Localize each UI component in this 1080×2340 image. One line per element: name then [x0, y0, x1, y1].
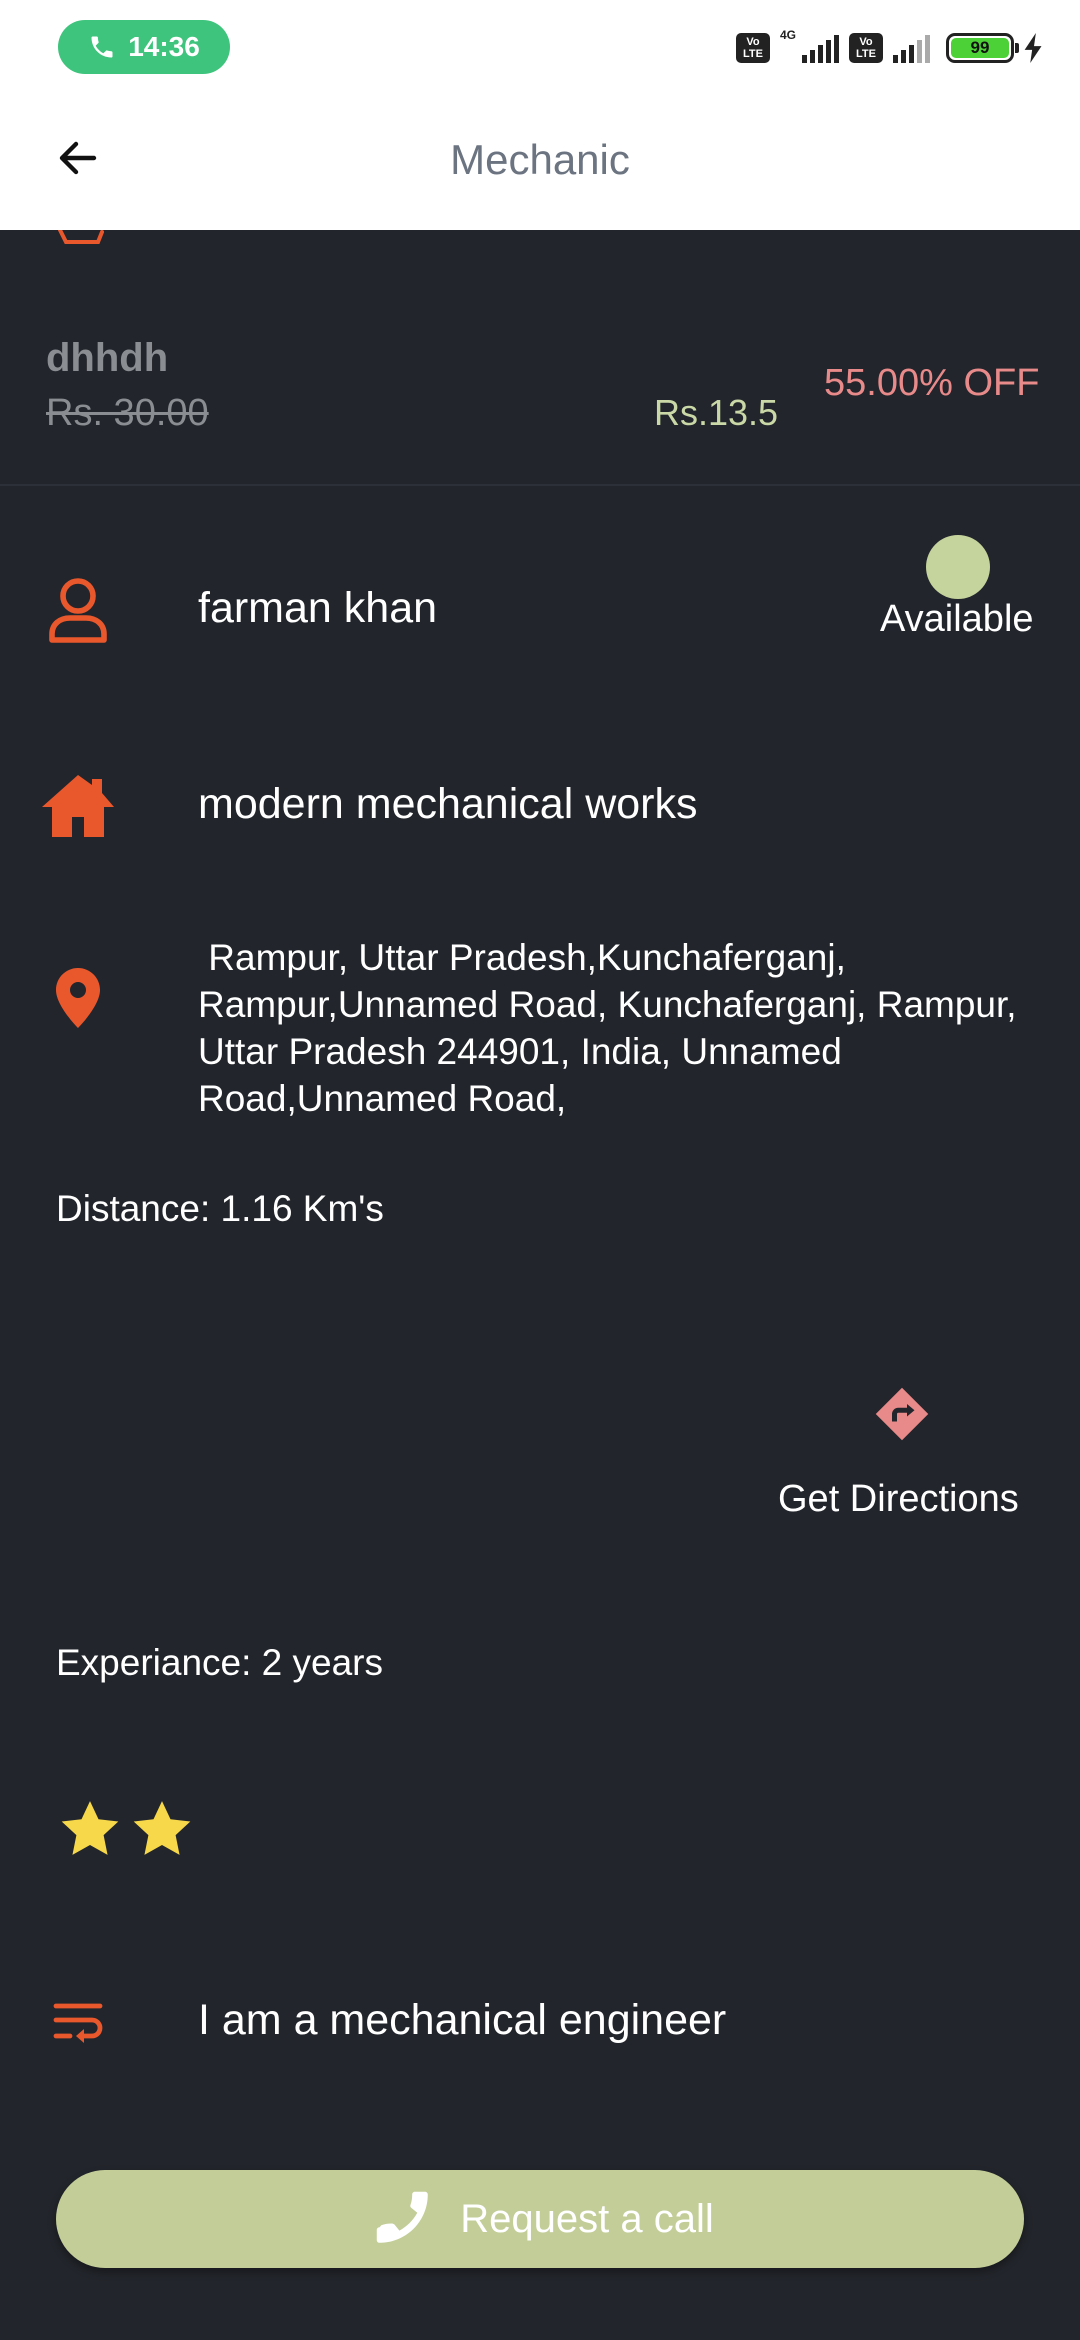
battery-icon: 99: [946, 33, 1019, 63]
signal-strength-icon: [802, 33, 839, 63]
original-price: Rs. 30.00: [46, 392, 209, 434]
battery-level: 99: [951, 38, 1009, 58]
ongoing-call-pill[interactable]: 14:36: [58, 20, 230, 74]
offer-name: dhhdh: [46, 336, 169, 380]
phone-icon: [377, 2191, 429, 2243]
status-bar: 14:36 Vo LTE 4G Vo LTE 99: [0, 0, 1080, 96]
partial-tag-icon: [58, 230, 104, 244]
availability-indicator: [926, 535, 990, 599]
offer-card: dhhdh Rs. 30.00 Rs.13.5 55.00% OFF: [0, 300, 1080, 486]
network-type-label: 4G: [779, 28, 796, 42]
app-bar: Mechanic: [0, 96, 1080, 230]
signal-strength-icon-sim2: [893, 33, 930, 63]
discount-badge: 55.00% OFF: [824, 362, 1040, 404]
home-icon: [40, 768, 116, 844]
charging-icon: [1024, 33, 1042, 63]
mechanic-description: I am a mechanical engineer: [198, 1996, 727, 2044]
distance-text: Distance: 1.16 Km's: [56, 1188, 384, 1229]
request-call-label: Request a call: [460, 2196, 714, 2241]
wrap-text-icon: [40, 1984, 116, 2060]
volte-icon-sim2: Vo LTE: [849, 33, 883, 63]
rating-stars: [56, 1796, 196, 1864]
phone-icon: [91, 36, 113, 58]
star-icon: [133, 1801, 191, 1855]
get-directions-button[interactable]: Get Directions: [778, 1478, 1019, 1521]
status-icons: Vo LTE 4G Vo LTE 99: [735, 28, 1044, 68]
request-call-button[interactable]: Request a call: [56, 2170, 1024, 2268]
page-title: Mechanic: [450, 136, 630, 183]
star-icon: [61, 1801, 119, 1855]
discounted-price: Rs.13.5: [654, 392, 779, 433]
person-icon: [40, 572, 116, 648]
directions-icon[interactable]: [872, 1384, 932, 1444]
experience-text: Experiance: 2 years: [56, 1642, 384, 1683]
location-pin-icon: [40, 960, 116, 1036]
volte-icon: Vo LTE: [735, 33, 770, 63]
mechanic-name: farman khan: [198, 584, 438, 632]
shop-name: modern mechanical works: [198, 780, 698, 828]
shop-address: Rampur, Uttar Pradesh,Kunchaferganj, Ram…: [198, 937, 1017, 1119]
availability-label: Available: [880, 598, 1034, 640]
call-time: 14:36: [128, 31, 200, 62]
